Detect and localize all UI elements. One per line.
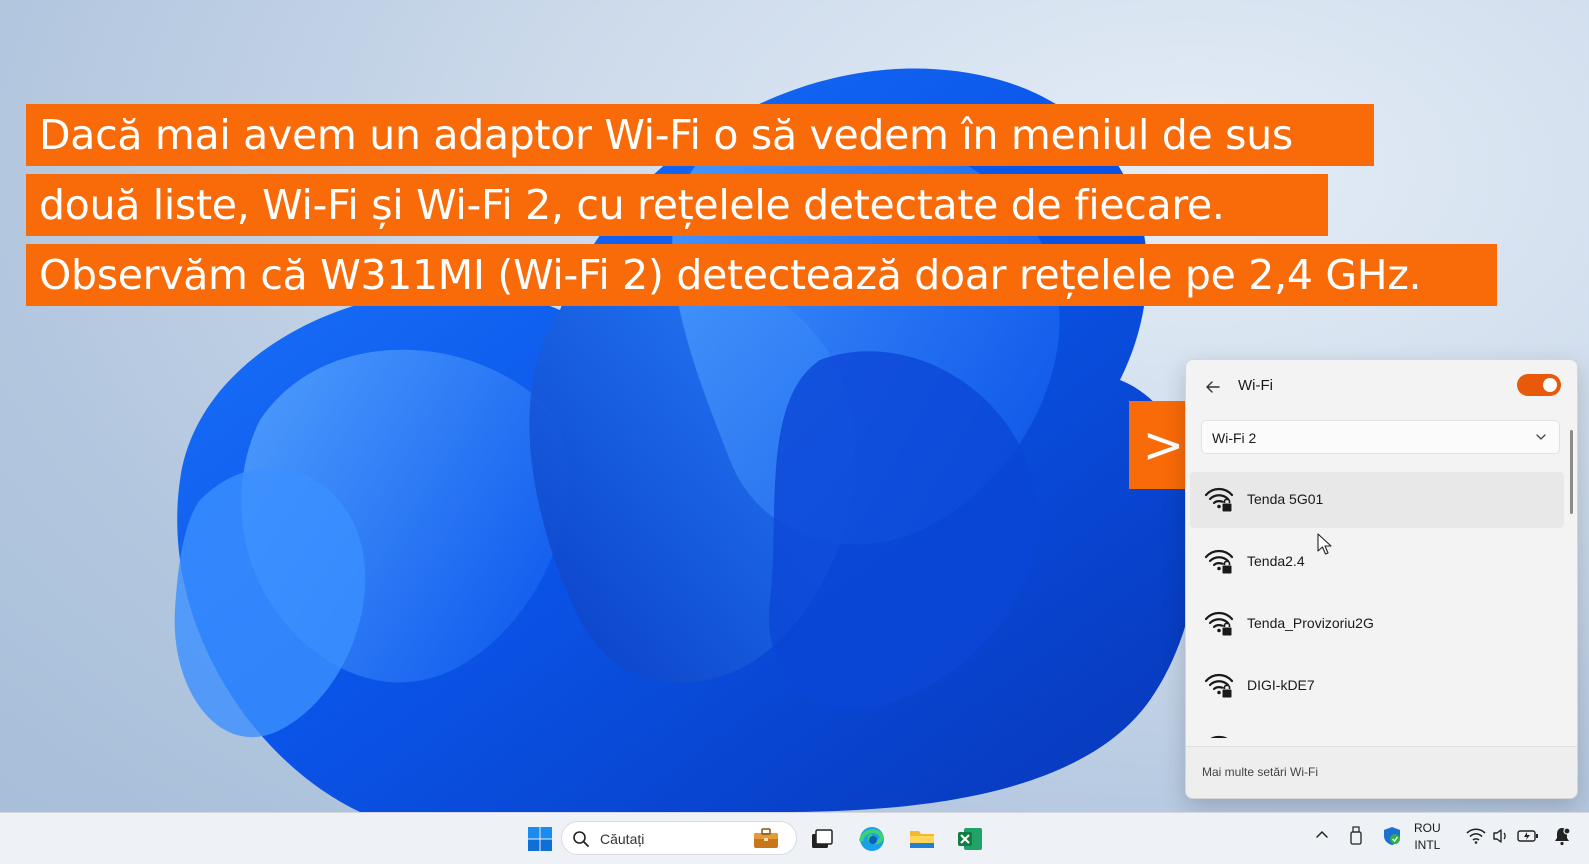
chevron-up-icon[interactable]	[1314, 826, 1330, 842]
network-list-item[interactable]: Tenda_Provizoriu2G	[1190, 596, 1564, 652]
back-button[interactable]	[1200, 374, 1226, 400]
wifi-secured-icon	[1204, 549, 1234, 575]
briefcase-icon	[754, 828, 778, 848]
wifi-flyout-panel: Wi-Fi Wi-Fi 2 Tenda 5G01 Tenda2.4 Tenda_Pr…	[1185, 359, 1578, 799]
search-icon	[573, 831, 589, 847]
network-list: Tenda 5G01 Tenda2.4 Tenda_Provizoriu2G DIGI…	[1186, 472, 1566, 738]
keyboard-layout-code: INTL	[1414, 838, 1441, 852]
wifi-secured-icon	[1204, 487, 1234, 513]
wifi-icon[interactable]	[1466, 828, 1486, 844]
notification-icon[interactable]	[1552, 826, 1572, 846]
wifi-panel-header: Wi-Fi	[1186, 360, 1577, 412]
input-language-indicator[interactable]: ROU INTL	[1414, 820, 1441, 854]
edge-button[interactable]	[854, 821, 890, 857]
defender-icon[interactable]	[1382, 826, 1402, 846]
wifi-secured-icon	[1204, 611, 1234, 637]
excel-button[interactable]	[952, 821, 988, 857]
caption-line-3: Observăm că W311MI (Wi-Fi 2) detectează …	[26, 244, 1497, 306]
wifi-secured-icon	[1210, 735, 1228, 738]
taskbar: Căutați ROU INTL	[0, 812, 1589, 864]
network-list-item[interactable]: Tenda2.4	[1190, 534, 1564, 590]
wifi-adapter-dropdown[interactable]: Wi-Fi 2	[1201, 420, 1560, 454]
wifi-toggle-switch[interactable]	[1517, 374, 1561, 396]
windows-start-icon	[528, 827, 552, 851]
task-view-icon	[812, 829, 833, 848]
wifi-secured-icon	[1204, 673, 1234, 699]
start-button[interactable]	[522, 821, 558, 857]
edge-icon	[859, 827, 884, 851]
wifi-panel-title: Wi-Fi	[1238, 377, 1273, 394]
caption-line-2: două liste, Wi-Fi și Wi-Fi 2, cu rețelel…	[26, 174, 1328, 236]
task-view-button[interactable]	[804, 821, 840, 857]
file-explorer-button[interactable]	[904, 821, 940, 857]
caption-line-1: Dacă mai avem un adaptor Wi-Fi o să vede…	[26, 104, 1374, 166]
chevron-down-icon	[1536, 434, 1546, 440]
file-explorer-icon	[910, 831, 934, 848]
taskbar-search-box[interactable]: Căutați	[561, 821, 797, 855]
mouse-cursor-icon	[1317, 533, 1332, 555]
network-list-item[interactable]: DIGI-kDE7	[1190, 658, 1564, 714]
volume-icon[interactable]	[1492, 828, 1510, 844]
battery-icon[interactable]	[1517, 828, 1539, 844]
toggle-knob	[1543, 378, 1557, 392]
network-list-item[interactable]: Tenda 5G01	[1190, 472, 1564, 528]
adapter-selected-value: Wi-Fi 2	[1212, 430, 1257, 446]
search-placeholder: Căutați	[600, 831, 645, 847]
network-name: Tenda_Provizoriu2G	[1247, 615, 1374, 631]
back-arrow-icon	[1206, 381, 1220, 393]
network-list-scrollbar[interactable]	[1570, 430, 1573, 514]
language-code: ROU	[1414, 821, 1441, 835]
network-name: DIGI-kDE7	[1247, 677, 1315, 693]
wifi-panel-footer: Mai multe setări Wi-Fi	[1186, 746, 1577, 798]
network-name: Tenda 5G01	[1247, 491, 1324, 507]
network-name: Tenda2.4	[1247, 553, 1305, 569]
network-list-item[interactable]: FEPER	[1190, 720, 1564, 738]
usb-icon[interactable]	[1349, 826, 1363, 846]
more-wifi-settings-link[interactable]: Mai multe setări Wi-Fi	[1202, 765, 1318, 779]
excel-icon	[958, 828, 982, 850]
